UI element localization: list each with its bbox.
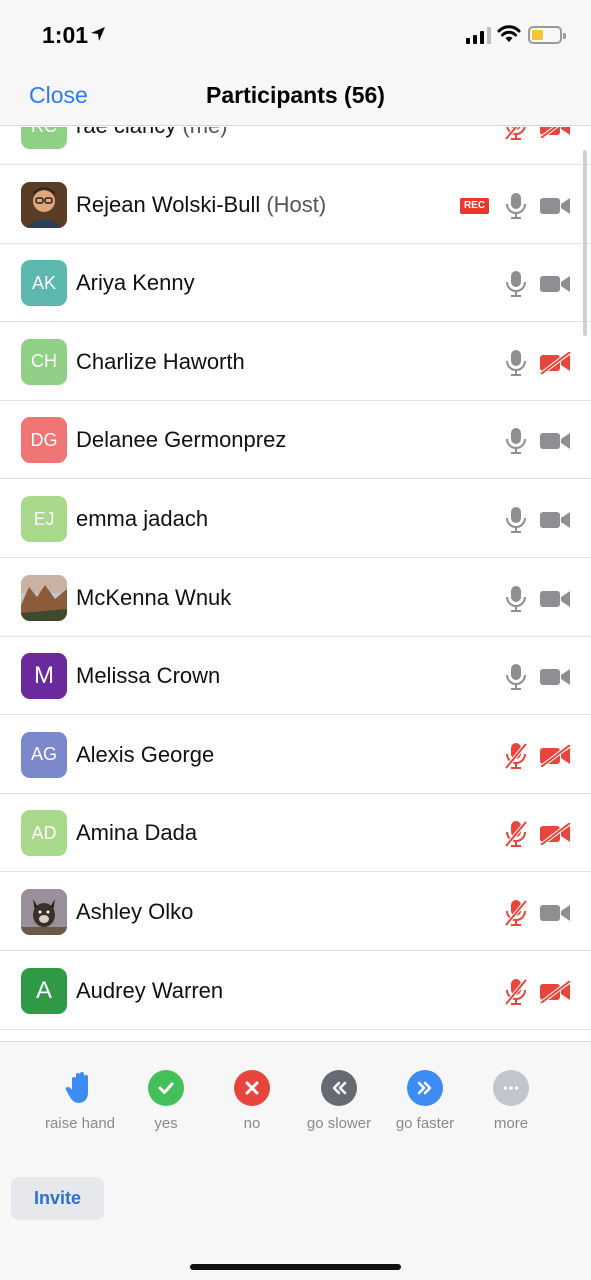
mic-icon <box>504 349 528 377</box>
participant-row[interactable]: Ashley Olko <box>0 873 591 951</box>
avatar <box>21 574 67 621</box>
mic-icon <box>504 427 528 455</box>
reaction-label: raise hand <box>44 1115 116 1132</box>
reaction-no-button[interactable]: no <box>209 1070 295 1132</box>
mic-icon <box>504 192 528 220</box>
invite-button[interactable]: Invite <box>11 1177 104 1220</box>
avatar <box>21 181 67 228</box>
video-icon <box>540 509 571 531</box>
participant-name: Alexis George <box>76 741 215 767</box>
participant-row[interactable]: CH Charlize Haworth <box>0 323 591 401</box>
status-time: 1:01 <box>42 22 89 48</box>
reactions-bar: Invite raise hand yes no go slower go faster… <box>0 1041 591 1280</box>
participant-row[interactable]: EJ emma jadach <box>0 480 591 558</box>
x-icon <box>209 1070 295 1106</box>
video-off-icon <box>539 821 572 847</box>
reaction-label: more <box>493 1115 529 1132</box>
mic-icon <box>504 270 528 298</box>
ellipsis-icon <box>468 1070 554 1106</box>
participant-row[interactable]: Rejean Wolski-Bull (Host) REC <box>0 166 591 244</box>
avatar: RC <box>21 127 67 149</box>
home-indicator <box>190 1264 401 1270</box>
location-arrow-icon <box>91 27 105 41</box>
mic-muted-icon <box>504 899 528 927</box>
video-icon <box>540 588 571 610</box>
participant-name: emma jadach <box>76 506 209 531</box>
participant-name: Melissa Crown <box>76 663 221 689</box>
participant-name: Ashley Olko <box>76 899 194 924</box>
video-icon <box>540 430 571 452</box>
mic-icon <box>504 506 528 534</box>
mic-muted-icon <box>504 978 528 1006</box>
participant-list[interactable]: RC rae clancy (me) Rejean Wolski-Bull (Hos… <box>0 127 591 1041</box>
reaction-label: no <box>243 1115 261 1132</box>
video-icon <box>540 195 571 217</box>
avatar: A <box>21 967 67 1014</box>
video-off-icon <box>539 350 572 376</box>
participant-row[interactable]: A Audrey Warren <box>0 952 591 1030</box>
reaction-label: go faster <box>395 1115 455 1132</box>
video-off-icon <box>539 127 571 140</box>
participant-role-tag: (me) <box>176 127 227 138</box>
reaction-raise-hand-button[interactable]: raise hand <box>37 1070 123 1132</box>
reaction-label: yes <box>154 1115 178 1132</box>
cellular-signal-icon <box>466 26 491 44</box>
reaction-more-button[interactable]: more <box>468 1070 554 1132</box>
participant-name: Rejean Wolski-Bull (Host) <box>76 191 327 217</box>
check-icon <box>123 1070 209 1106</box>
nav-bar: Close Participants (56) <box>0 66 591 126</box>
page-title: Participants (56) <box>206 82 385 108</box>
participant-row[interactable]: McKenna Wnuk <box>0 559 591 637</box>
scrollbar[interactable] <box>583 150 587 336</box>
avatar <box>21 889 67 935</box>
mic-muted-icon <box>504 820 528 848</box>
mic-muted-icon <box>504 127 528 141</box>
avatar: AK <box>21 260 67 307</box>
video-icon <box>540 273 571 295</box>
participant-name: rae clancy (me) <box>76 127 228 139</box>
battery-icon <box>528 26 566 44</box>
reaction-go-faster-button[interactable]: go faster <box>382 1070 468 1132</box>
avatar: M <box>21 653 67 700</box>
rewind-icon <box>296 1070 382 1106</box>
fast-forward-icon <box>382 1070 468 1106</box>
participant-row[interactable]: AD Amina Dada <box>0 794 591 873</box>
mic-icon <box>504 585 528 613</box>
participant-row[interactable]: RC rae clancy (me) <box>0 127 591 165</box>
mic-icon <box>504 663 528 691</box>
participant-row[interactable]: AK Ariya Kenny <box>0 244 591 323</box>
participant-name: Charlize Haworth <box>76 348 245 374</box>
wifi-icon <box>497 25 521 42</box>
participant-role-tag: (Host) <box>260 191 327 217</box>
participant-name: McKenna Wnuk <box>76 584 232 610</box>
participant-row[interactable]: DG Delanee Germonprez <box>0 401 591 480</box>
participant-row[interactable]: AG Alexis George <box>0 716 591 794</box>
recording-badge: REC <box>460 197 489 214</box>
reaction-yes-button[interactable]: yes <box>123 1070 209 1132</box>
participant-row[interactable]: M Melissa Crown <box>0 637 591 716</box>
avatar: AD <box>21 810 67 857</box>
battery-level <box>532 30 543 40</box>
video-icon <box>540 666 571 688</box>
participant-name: Ariya Kenny <box>76 270 195 296</box>
video-icon <box>540 902 571 924</box>
reaction-go-slower-button[interactable]: go slower <box>296 1070 382 1132</box>
mic-muted-icon <box>504 742 528 770</box>
participant-name: Delanee Germonprez <box>76 427 287 453</box>
avatar: CH <box>21 338 67 385</box>
raise-hand-icon <box>37 1070 123 1106</box>
participant-name: Amina Dada <box>76 820 198 846</box>
video-off-icon <box>539 743 572 769</box>
avatar: EJ <box>21 496 67 542</box>
avatar: DG <box>21 417 67 464</box>
participant-name: Audrey Warren <box>76 977 224 1003</box>
status-bar: 1:01 <box>0 0 591 66</box>
video-off-icon <box>539 979 572 1005</box>
reaction-label: go slower <box>306 1115 372 1132</box>
avatar: AG <box>21 731 67 778</box>
